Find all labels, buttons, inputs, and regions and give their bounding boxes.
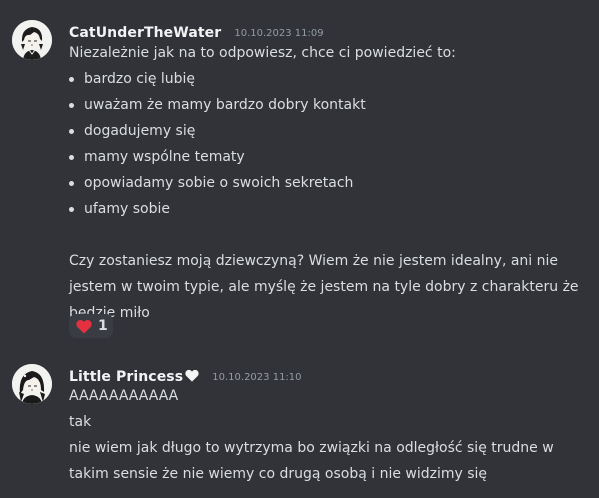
chat-messages: CatUnderTheWater 10.10.2023 11:09 Niezal… — [0, 0, 599, 498]
avatar[interactable] — [12, 364, 52, 404]
message-text: nie wiem jak długo to wytrzyma bo związk… — [69, 440, 554, 456]
message-text: tak — [69, 414, 92, 430]
message-text: Czy zostaniesz moją dziewczyną? Wiem że … — [69, 253, 559, 269]
message-content: Niezależnie jak na to odpowiesz, chce ci… — [69, 40, 579, 326]
list-item: opowiadamy sobie o swoich sekretach — [69, 170, 579, 196]
anime-girl-avatar-icon — [12, 364, 52, 404]
message-text: będzie miło — [69, 305, 150, 321]
list-item: dogadujemy się — [69, 118, 579, 144]
message-text: Niezależnie jak na to odpowiesz, chce ci… — [69, 45, 456, 61]
message-content: AAAAAAAAAAA tak nie wiem jak długo to wy… — [69, 383, 579, 487]
red-heart-icon — [76, 319, 92, 333]
list-item: ufamy sobie — [69, 196, 579, 222]
timestamp: 10.10.2023 11:10 — [212, 372, 302, 383]
reaction-count: 1 — [98, 318, 108, 334]
list-item: mamy wspólne tematy — [69, 144, 579, 170]
bullet-list: bardzo cię lubię uważam że mamy bardzo d… — [69, 66, 579, 222]
message-header: CatUnderTheWater 10.10.2023 11:09 — [69, 22, 324, 42]
username[interactable]: CatUnderTheWater — [69, 25, 221, 41]
message-text: AAAAAAAAAAA — [69, 388, 179, 404]
message-text: jestem w twoim typie, ale myślę że jeste… — [69, 279, 579, 295]
anime-boy-avatar-icon — [12, 20, 52, 60]
reaction-button[interactable]: 1 — [69, 314, 113, 338]
list-item: uważam że mamy bardzo dobry kontakt — [69, 92, 579, 118]
message-text: takim sensie że nie wiemy co drugą osobą… — [69, 466, 488, 482]
avatar[interactable] — [12, 20, 52, 60]
timestamp: 10.10.2023 11:09 — [234, 28, 324, 39]
list-item: bardzo cię lubię — [69, 66, 579, 92]
